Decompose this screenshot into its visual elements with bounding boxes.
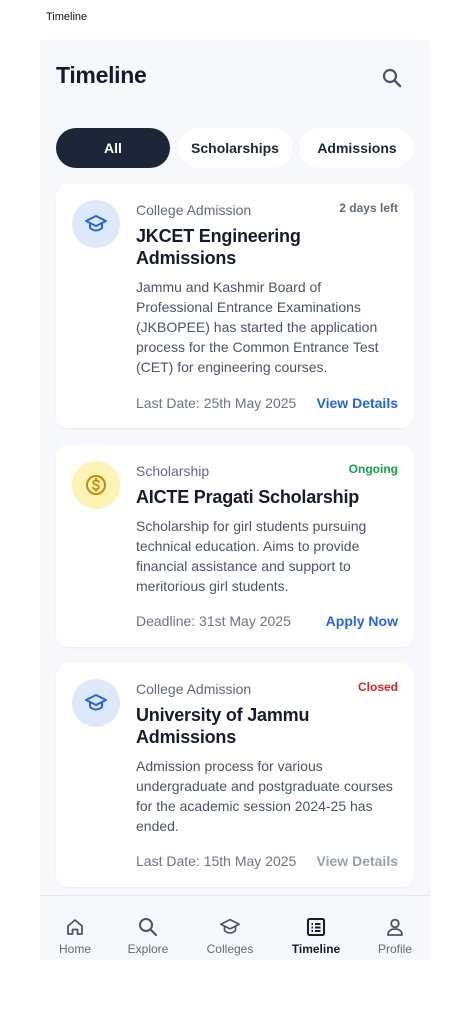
view-details-button[interactable]: View Details — [317, 395, 398, 411]
nav-label: Timeline — [291, 942, 341, 956]
home-icon — [67, 919, 83, 935]
tab-scholarships[interactable]: Scholarships — [178, 128, 292, 168]
app-screen: Timeline All Scholarships Admissions Col… — [40, 40, 430, 960]
nav-explore[interactable]: Explore — [127, 896, 169, 961]
search-icon — [382, 68, 402, 88]
card-category: Scholarship — [136, 463, 210, 479]
card-title: University of Jammu Admissions — [136, 705, 310, 747]
card-title: AICTE Pragati Scholarship — [136, 487, 360, 507]
search-icon — [139, 918, 158, 937]
tab-admissions[interactable]: Admissions — [300, 128, 414, 168]
tab-label: Scholarships — [191, 140, 279, 156]
search-button[interactable] — [380, 66, 404, 90]
nav-label: Colleges — [206, 942, 254, 956]
timeline-card: College Admission Closed University of J… — [56, 663, 414, 887]
tab-label: Admissions — [317, 140, 397, 156]
card-description: Admission process for various undergradu… — [136, 758, 393, 834]
view-details-button[interactable]: View Details — [317, 853, 398, 869]
card-date: Deadline: 31st May 2025 — [136, 613, 291, 629]
graduation-cap-icon — [220, 918, 240, 934]
timeline-card: College Admission 2 days left JKCET Engi… — [56, 184, 414, 428]
graduation-cap-icon — [85, 215, 107, 232]
nav-label: Explore — [127, 942, 169, 956]
nav-colleges[interactable]: Colleges — [205, 896, 255, 961]
apply-now-button[interactable]: Apply Now — [326, 613, 398, 629]
nav-label: Profile — [377, 942, 412, 956]
card-icon — [72, 679, 120, 727]
window-title: Timeline — [46, 11, 88, 23]
nav-home[interactable]: Home — [59, 896, 91, 961]
card-description: Scholarship for girl students pursuing t… — [136, 518, 367, 594]
nav-timeline[interactable]: Timeline — [290, 896, 342, 961]
page-title: Timeline — [56, 62, 147, 88]
card-date: Last Date: 15th May 2025 — [136, 853, 297, 869]
status-badge: Closed — [357, 680, 398, 694]
tab-label: All — [104, 140, 122, 156]
card-title: JKCET Engineering Admissions — [136, 226, 301, 268]
card-icon — [72, 461, 120, 509]
user-icon — [387, 918, 403, 936]
card-description: Jammu and Kashmir Board of Professional … — [136, 279, 379, 375]
card-date: Last Date: 25th May 2025 — [136, 395, 297, 411]
bottom-nav: Home Explore Colleges Timeline Profile — [40, 895, 430, 960]
card-category: College Admission — [136, 202, 252, 218]
filter-tabs: All Scholarships Admissions — [56, 128, 430, 168]
list-icon — [307, 918, 325, 936]
tab-all[interactable]: All — [56, 128, 170, 168]
dollar-coin-icon — [86, 475, 106, 495]
timeline-card: Scholarship Ongoing AICTE Pragati Schola… — [56, 445, 414, 647]
card-category: College Admission — [136, 681, 252, 697]
header: Timeline — [56, 62, 414, 94]
status-badge: 2 days left — [339, 201, 398, 215]
card-icon — [72, 200, 120, 248]
nav-label: Home — [59, 942, 92, 956]
graduation-cap-icon — [85, 694, 107, 711]
nav-profile[interactable]: Profile — [376, 896, 414, 961]
status-badge: Ongoing — [348, 462, 398, 476]
